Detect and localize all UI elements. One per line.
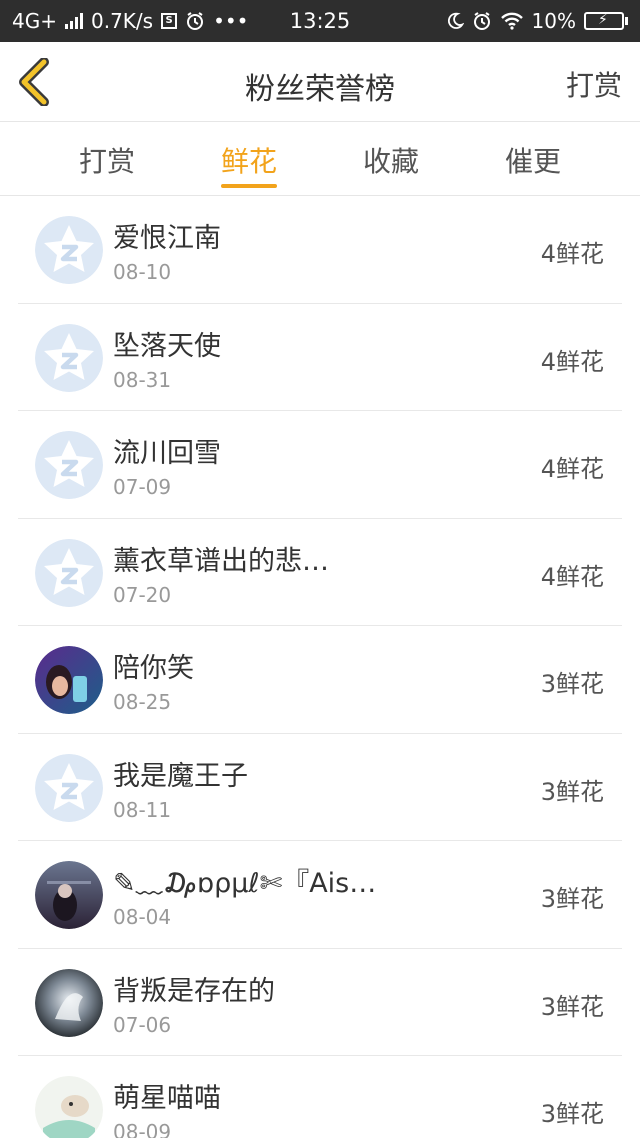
fan-date: 07-20 [113, 582, 172, 607]
flower-count: 3鲜花 [540, 670, 604, 698]
list-item[interactable]: 坠落天使 08-31 4鲜花 [18, 304, 622, 411]
tab-urge-update[interactable]: 催更 [473, 140, 593, 180]
fan-name: 萌星喵喵 [113, 1083, 221, 1114]
fan-date: 07-09 [113, 475, 172, 499]
list-item[interactable]: 陪你笑 08-25 3鲜花 [18, 626, 622, 734]
reward-button[interactable]: 打赏 [566, 64, 622, 104]
avatar [35, 646, 103, 714]
default-avatar-icon [35, 753, 103, 822]
fan-date: 08-11 [113, 797, 172, 822]
avatar [35, 861, 103, 929]
fan-list: 爱恨江南 08-10 4鲜花 坠落天使 08-31 4鲜花 流川回雪 07-09… [0, 196, 640, 1138]
default-avatar-icon [35, 538, 103, 607]
fan-name: 薰衣草谱出的悲… [113, 545, 329, 577]
list-item[interactable]: 流川回雪 07-09 4鲜花 [18, 411, 622, 519]
title-bar: 粉丝荣誉榜 打赏 [0, 42, 640, 122]
fan-date: 08-31 [113, 367, 172, 392]
tab-bar: 打赏 鲜花 收藏 催更 [0, 122, 640, 196]
wifi-icon [500, 12, 523, 30]
default-avatar-icon [35, 323, 103, 392]
list-item[interactable]: 爱恨江南 08-10 4鲜花 [18, 196, 622, 304]
more-icon: ••• [213, 9, 249, 33]
flower-count: 4鲜花 [540, 562, 604, 591]
fan-date: 08-25 [113, 690, 172, 714]
flower-count: 3鲜花 [540, 885, 604, 913]
page-title: 粉丝荣誉榜 [245, 72, 395, 107]
fan-name: 陪你笑 [113, 653, 194, 684]
status-bar: 4G+ 0.7K/s S ••• 13:25 10% ⚡ [0, 0, 640, 42]
fan-date: 07-06 [113, 1012, 172, 1037]
fan-name: 流川回雪 [113, 438, 221, 469]
photo-avatar-icon [35, 861, 103, 929]
fan-date: 08-04 [113, 905, 172, 929]
flower-count: 4鲜花 [540, 455, 604, 483]
list-item[interactable]: 薰衣草谱出的悲… 07-20 4鲜花 [18, 519, 622, 626]
avatar [35, 538, 103, 607]
list-item[interactable]: 我是魔王子 08-11 3鲜花 [18, 734, 622, 841]
fan-name: ✎﹏₯ɒρμℓ✄『Ais… [113, 868, 377, 899]
signal-icon [64, 13, 83, 29]
photo-avatar-icon [35, 1076, 103, 1138]
default-avatar-icon [35, 431, 103, 499]
flower-count: 4鲜花 [540, 347, 604, 376]
tab-reward[interactable]: 打赏 [47, 140, 167, 180]
list-item[interactable]: 背叛是存在的 07-06 3鲜花 [18, 949, 622, 1056]
battery-percent: 10% [531, 9, 576, 33]
network-speed: 0.7K/s [90, 9, 154, 33]
fan-name: 我是魔王子 [113, 760, 248, 792]
flower-count: 3鲜花 [540, 1100, 604, 1128]
fan-date: 08-10 [113, 260, 172, 284]
tab-flowers[interactable]: 鲜花 [189, 140, 309, 180]
photo-avatar-icon [35, 646, 103, 714]
avatar [35, 323, 103, 392]
list-item[interactable]: 萌星喵喵 08-09 3鲜花 [18, 1056, 622, 1138]
fan-name: 背叛是存在的 [113, 975, 275, 1007]
fan-date: 08-09 [113, 1120, 172, 1138]
alarm-icon [187, 12, 204, 30]
active-tab-indicator [221, 184, 277, 188]
default-avatar-icon [35, 216, 103, 284]
avatar [35, 968, 103, 1037]
fan-name: 爱恨江南 [113, 223, 221, 254]
tab-favorites[interactable]: 收藏 [331, 140, 451, 180]
avatar [35, 216, 103, 284]
flower-count: 3鲜花 [540, 992, 604, 1021]
photo-avatar-icon [35, 968, 103, 1037]
list-item[interactable]: ✎﹏₯ɒρμℓ✄『Ais… 08-04 3鲜花 [18, 841, 622, 949]
moon-icon [447, 12, 464, 29]
alarm-icon [473, 12, 490, 30]
avatar [35, 431, 103, 499]
avatar [35, 753, 103, 822]
avatar [35, 1076, 103, 1138]
s-box-icon: S [161, 13, 178, 29]
fan-name: 坠落天使 [113, 330, 221, 362]
network-type: 4G+ [12, 9, 57, 33]
flower-count: 4鲜花 [540, 240, 604, 268]
battery-icon: ⚡ [584, 12, 628, 30]
flower-count: 3鲜花 [540, 777, 604, 806]
